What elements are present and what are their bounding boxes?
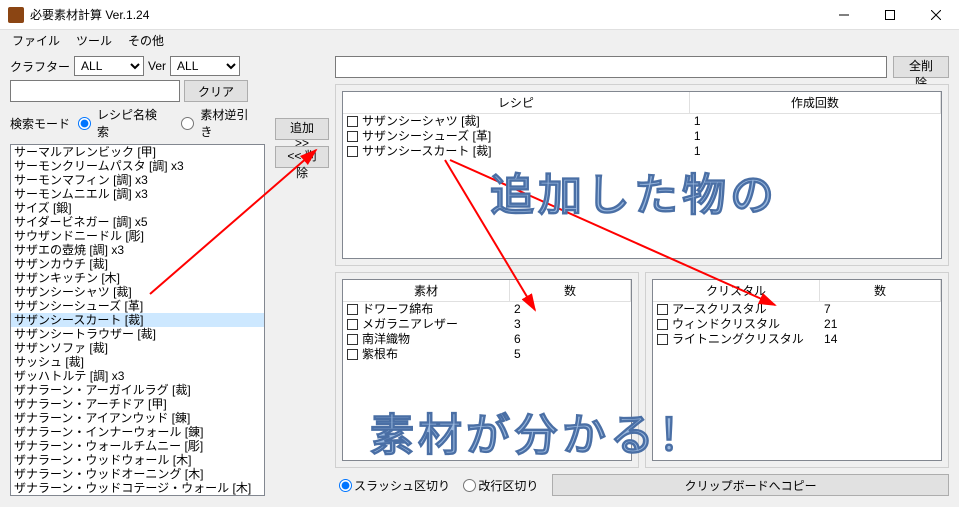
maximize-button[interactable] [867, 0, 913, 30]
radio-slash-label: スラッシュ区切り [354, 479, 450, 493]
radio-recipe-label: レシピ名検索 [97, 106, 167, 140]
list-item[interactable]: ザナラーン・アーチドア [甲] [11, 397, 264, 411]
list-item[interactable]: サザンシートラウザー [裁] [11, 327, 264, 341]
list-item[interactable]: サーモンクリームパスタ [調] x3 [11, 159, 264, 173]
crafter-label: クラフター [10, 58, 70, 75]
table-row[interactable]: アースクリスタル7 [653, 302, 941, 317]
material-col-header: 素材 [343, 280, 510, 301]
close-button[interactable] [913, 0, 959, 30]
material-group: 素材 数 ドワーフ綿布2メガラニアレザー3南洋織物6紫根布5 [335, 272, 639, 468]
recipe-group: レシピ 作成回数 サザンシーシャツ [裁]1サザンシーシューズ [革]1サザンシ… [335, 84, 949, 266]
remove-button[interactable]: << 削除 [275, 146, 329, 168]
list-item[interactable]: サザンキッチン [木] [11, 271, 264, 285]
checkbox-icon[interactable] [347, 319, 358, 330]
window-title: 必要素材計算 Ver.1.24 [30, 6, 821, 23]
radio-newline-label: 改行区切り [478, 479, 538, 493]
copy-button[interactable]: クリップボードへコピー [552, 474, 949, 496]
list-item[interactable]: ザナラーン・ウォールチムニー [彫] [11, 439, 264, 453]
app-icon [8, 7, 24, 23]
list-item[interactable]: ザナラーン・アイアンウッド [錬] [11, 411, 264, 425]
list-item[interactable]: サーモンマフィン [調] x3 [11, 173, 264, 187]
menu-tool[interactable]: ツール [68, 30, 120, 51]
checkbox-icon[interactable] [347, 131, 358, 142]
list-item[interactable]: サザンシーシューズ [革] [11, 299, 264, 313]
checkbox-icon[interactable] [347, 304, 358, 315]
right-search-input[interactable] [335, 56, 887, 78]
checkbox-icon[interactable] [347, 146, 358, 157]
list-item[interactable]: サザンソファ [裁] [11, 341, 264, 355]
recipe-listbox[interactable]: サーマルアレンビック [甲]サーモンクリームパスタ [調] x3サーモンマフィン… [10, 144, 265, 496]
table-row[interactable]: ウィンドクリスタル21 [653, 317, 941, 332]
list-item[interactable]: ザナラーン・ウッドウォール [木] [11, 453, 264, 467]
table-row[interactable]: 紫根布5 [343, 347, 631, 362]
list-item[interactable]: サザンカウチ [裁] [11, 257, 264, 271]
list-item[interactable]: ザナラーン・アーガイルラグ [裁] [11, 383, 264, 397]
list-item[interactable]: ザッハトルテ [調] x3 [11, 369, 264, 383]
material-qty-header: 数 [510, 280, 631, 301]
radio-recipe-search[interactable] [78, 117, 91, 130]
crystal-col-header: クリスタル [653, 280, 820, 301]
search-input[interactable] [10, 80, 180, 102]
list-item[interactable]: ザナラーン・ウッドコテージ・ルーフ [木] [11, 495, 264, 496]
list-item[interactable]: ザナラーン・ウッドオーニング [木] [11, 467, 264, 481]
checkbox-icon[interactable] [347, 116, 358, 127]
table-row[interactable]: ドワーフ綿布2 [343, 302, 631, 317]
checkbox-icon[interactable] [657, 304, 668, 315]
radio-newline[interactable] [463, 479, 476, 492]
table-row[interactable]: サザンシーシューズ [革]1 [343, 129, 941, 144]
list-item[interactable]: サーモンムニエル [調] x3 [11, 187, 264, 201]
table-row[interactable]: サザンシーシャツ [裁]1 [343, 114, 941, 129]
table-row[interactable]: 南洋織物6 [343, 332, 631, 347]
count-col-header: 作成回数 [690, 92, 941, 113]
list-item[interactable]: サイダービネガー [調] x5 [11, 215, 264, 229]
search-mode-label: 検索モード [10, 115, 70, 132]
delete-all-button[interactable]: 全削除 [893, 56, 949, 78]
list-item[interactable]: サザンシーシャツ [裁] [11, 285, 264, 299]
crystal-qty-header: 数 [820, 280, 941, 301]
table-row[interactable]: サザンシースカート [裁]1 [343, 144, 941, 159]
list-item[interactable]: サウザンドニードル [彫] [11, 229, 264, 243]
checkbox-icon[interactable] [657, 334, 668, 345]
menu-file[interactable]: ファイル [4, 30, 68, 51]
clear-button[interactable]: クリア [184, 80, 248, 102]
list-item[interactable]: サッシュ [裁] [11, 355, 264, 369]
recipe-col-header: レシピ [343, 92, 690, 113]
add-button[interactable]: 追加 >> [275, 118, 329, 140]
ver-select[interactable]: ALL [170, 56, 240, 76]
list-item[interactable]: ザナラーン・ウッドコテージ・ウォール [木] [11, 481, 264, 495]
checkbox-icon[interactable] [347, 349, 358, 360]
radio-slash[interactable] [339, 479, 352, 492]
radio-reverse-label: 素材逆引き [200, 106, 259, 140]
ver-label: Ver [148, 59, 166, 73]
list-item[interactable]: サザンシースカート [裁] [11, 313, 264, 327]
radio-reverse-search[interactable] [181, 117, 194, 130]
checkbox-icon[interactable] [657, 319, 668, 330]
checkbox-icon[interactable] [347, 334, 358, 345]
crafter-select[interactable]: ALL [74, 56, 144, 76]
list-item[interactable]: サイズ [鍛] [11, 201, 264, 215]
minimize-button[interactable] [821, 0, 867, 30]
menu-other[interactable]: その他 [120, 30, 172, 51]
list-item[interactable]: サーマルアレンビック [甲] [11, 145, 264, 159]
crystal-group: クリスタル 数 アースクリスタル7ウィンドクリスタル21ライトニングクリスタル1… [645, 272, 949, 468]
table-row[interactable]: メガラニアレザー3 [343, 317, 631, 332]
table-row[interactable]: ライトニングクリスタル14 [653, 332, 941, 347]
list-item[interactable]: サザエの壺焼 [調] x3 [11, 243, 264, 257]
list-item[interactable]: ザナラーン・インナーウォール [錬] [11, 425, 264, 439]
